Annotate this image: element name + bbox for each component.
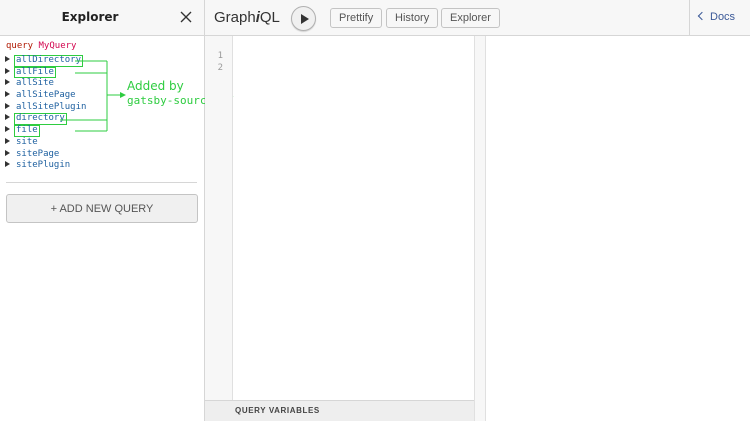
docs-divider	[689, 0, 690, 36]
caret-right-icon[interactable]	[5, 114, 10, 121]
caret-right-icon[interactable]	[5, 91, 10, 98]
explorer-header: Explorer	[0, 0, 204, 36]
result-pane	[487, 36, 750, 421]
field-item-sitepage[interactable]: sitePage	[5, 149, 88, 161]
line-number: 2	[217, 63, 223, 73]
add-new-query-button[interactable]: + ADD NEW QUERY	[6, 194, 198, 223]
app-title: GraphiQL	[214, 9, 280, 26]
line-number-gutter: 1 2	[205, 36, 233, 400]
explorer-divider	[6, 182, 197, 183]
caret-right-icon[interactable]	[5, 137, 10, 144]
caret-right-icon[interactable]	[5, 79, 10, 86]
docs-label: Docs	[710, 11, 736, 23]
field-list: allDirectory allFile allSite allSitePage…	[5, 55, 88, 172]
app-title-suffix: QL	[259, 9, 280, 26]
history-button[interactable]: History	[386, 8, 439, 28]
field-label: sitePlugin	[16, 160, 71, 171]
field-item-site[interactable]: site	[5, 137, 88, 149]
chevron-left-icon	[697, 11, 707, 21]
field-label: allDirectory	[14, 55, 84, 67]
explorer-title: Explorer	[61, 10, 119, 24]
field-label: directory	[14, 113, 67, 125]
caret-right-icon[interactable]	[5, 67, 10, 74]
field-label: file	[14, 125, 40, 137]
field-label: allSitePage	[16, 90, 76, 101]
field-label: allFile	[14, 66, 56, 79]
play-icon	[301, 14, 309, 24]
field-item-allsiteplugin[interactable]: allSitePlugin	[5, 102, 88, 114]
query-editor[interactable]	[234, 36, 474, 400]
caret-right-icon[interactable]	[5, 161, 10, 168]
caret-right-icon[interactable]	[5, 56, 10, 62]
query-name-input[interactable]: MyQuery	[39, 41, 77, 51]
field-item-alldirectory[interactable]: allDirectory	[5, 55, 88, 67]
field-label: site	[16, 136, 38, 147]
query-variables-bar[interactable]: QUERY VARIABLES	[205, 400, 474, 421]
explorer-button[interactable]: Explorer	[441, 8, 500, 28]
field-item-siteplugin[interactable]: sitePlugin	[5, 160, 88, 172]
field-label: allSite	[16, 78, 54, 89]
caret-right-icon[interactable]	[5, 126, 10, 133]
docs-button[interactable]: Docs	[697, 11, 736, 23]
field-item-allsitepage[interactable]: allSitePage	[5, 90, 88, 102]
field-item-allfile[interactable]: allFile	[5, 66, 88, 79]
field-item-file[interactable]: file	[5, 125, 88, 137]
query-header[interactable]: query MyQuery	[6, 41, 76, 51]
caret-right-icon[interactable]	[5, 149, 10, 156]
caret-right-icon[interactable]	[5, 102, 10, 109]
prettify-button[interactable]: Prettify	[330, 8, 383, 28]
field-label: allSitePlugin	[16, 101, 87, 112]
graphiql-toolbar: GraphiQL Prettify History Explorer Docs	[205, 0, 750, 36]
line-number: 1	[217, 51, 223, 61]
annotation-title: Added by	[127, 79, 184, 93]
field-item-directory[interactable]: directory	[5, 113, 88, 125]
query-keyword: query	[6, 41, 34, 51]
app-title-prefix: Graph	[214, 9, 256, 26]
field-label: sitePage	[16, 148, 60, 159]
query-variables-label: QUERY VARIABLES	[235, 406, 320, 415]
explorer-panel: Explorer query MyQuery allDirectory allF…	[0, 0, 205, 421]
editor-resize-handle[interactable]	[474, 36, 486, 421]
run-query-button[interactable]	[291, 6, 316, 31]
field-item-allsite[interactable]: allSite	[5, 78, 88, 90]
close-icon[interactable]	[178, 9, 194, 25]
